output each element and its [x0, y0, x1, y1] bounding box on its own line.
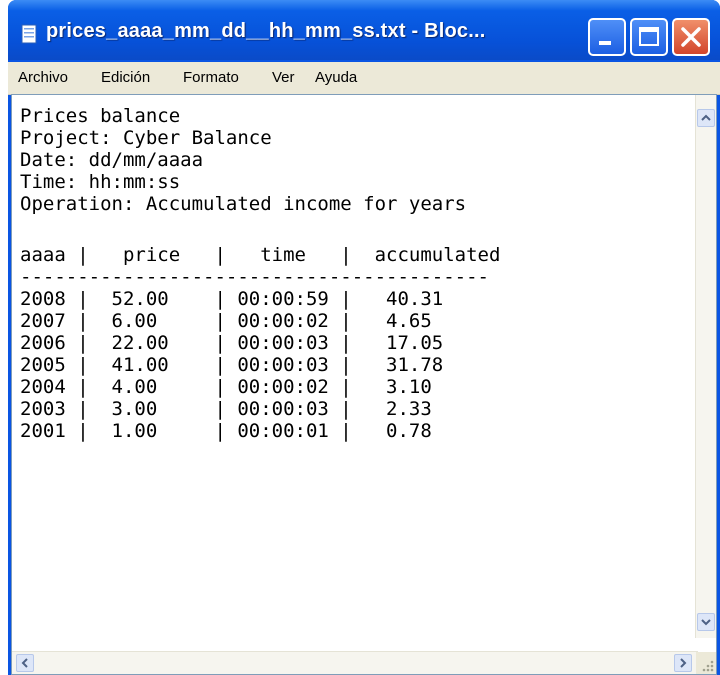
title-bar[interactable]: prices_aaaa_mm_dd__hh_mm_ss.txt - Bloc..…	[8, 0, 720, 60]
resize-grip-icon	[702, 660, 714, 672]
table-header-line: aaaa | price | time | accumulated	[20, 244, 501, 266]
notepad-icon	[21, 24, 37, 44]
close-icon	[681, 27, 701, 47]
menu-ver[interactable]: Ver	[272, 69, 295, 86]
close-button[interactable]	[672, 18, 710, 56]
menu-ayuda[interactable]: Ayuda	[315, 69, 357, 86]
window-title: prices_aaaa_mm_dd__hh_mm_ss.txt - Bloc..…	[46, 20, 486, 42]
maximize-button[interactable]	[630, 18, 668, 56]
menu-edicion[interactable]: Edición	[101, 69, 150, 86]
scroll-up-button[interactable]	[697, 109, 715, 127]
table-row: 2007 | 6.00 | 00:00:02 | 4.65	[20, 310, 432, 332]
chevron-up-icon	[701, 114, 711, 121]
text-line: Operation: Accumulated income for years	[20, 193, 467, 215]
text-line: Date: dd/mm/aaaa	[20, 149, 204, 171]
scroll-left-button[interactable]	[16, 654, 34, 672]
resize-grip[interactable]	[696, 652, 716, 674]
vertical-scrollbar[interactable]	[695, 95, 716, 638]
text-line: Prices balance	[20, 105, 181, 127]
notepad-window: prices_aaaa_mm_dd__hh_mm_ss.txt - Bloc..…	[8, 0, 720, 675]
table-row: 2003 | 3.00 | 00:00:03 | 2.33	[20, 398, 432, 420]
scroll-right-button[interactable]	[674, 654, 692, 672]
text-area[interactable]: Prices balance Project: Cyber Balance Da…	[11, 94, 717, 675]
scroll-down-button[interactable]	[697, 613, 715, 631]
minimize-button[interactable]	[588, 18, 626, 56]
maximize-icon	[639, 27, 659, 46]
chevron-right-icon	[680, 658, 687, 668]
minimize-icon	[599, 41, 611, 45]
table-row: 2004 | 4.00 | 00:00:02 | 3.10	[20, 376, 432, 398]
chevron-down-icon	[701, 619, 711, 626]
menu-archivo[interactable]: Archivo	[18, 69, 68, 86]
separator-line: ----------------------------------------…	[20, 266, 489, 288]
document-content[interactable]: Prices balance Project: Cyber Balance Da…	[16, 99, 682, 629]
table-row: 2001 | 1.00 | 00:00:01 | 0.78	[20, 420, 432, 442]
text-line: Time: hh:mm:ss	[20, 171, 181, 193]
table-row: 2008 | 52.00 | 00:00:59 | 40.31	[20, 288, 444, 310]
horizontal-scrollbar[interactable]	[12, 651, 698, 674]
chevron-left-icon	[21, 658, 28, 668]
table-row: 2006 | 22.00 | 00:00:03 | 17.05	[20, 332, 444, 354]
table-row: 2005 | 41.00 | 00:00:03 | 31.78	[20, 354, 444, 376]
menu-formato[interactable]: Formato	[183, 69, 239, 86]
menu-bar: Archivo Edición Formato Ver Ayuda	[8, 62, 720, 95]
text-line: Project: Cyber Balance	[20, 127, 272, 149]
